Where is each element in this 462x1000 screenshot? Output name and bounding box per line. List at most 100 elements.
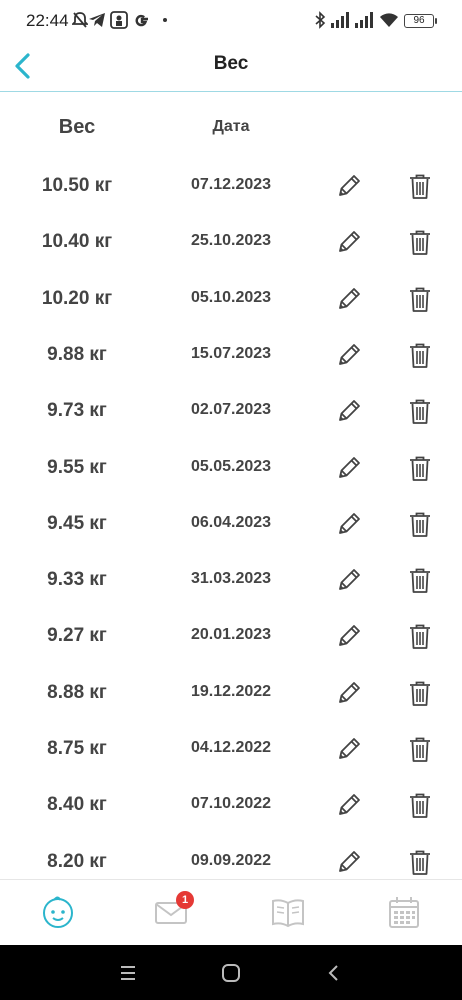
trash-icon — [410, 850, 430, 875]
pencil-icon — [339, 569, 360, 590]
weight-value: 8.88 кг — [47, 681, 107, 703]
tab-baby[interactable] — [40, 894, 76, 930]
delete-button[interactable] — [405, 396, 435, 426]
weight-row: 8.40 кг 07.10.2022 — [0, 777, 462, 833]
edit-button[interactable] — [334, 678, 364, 708]
edit-button[interactable] — [334, 790, 364, 820]
back-nav-button[interactable] — [322, 961, 346, 985]
status-bar: 22:44 96 — [0, 0, 462, 40]
tab-library[interactable] — [270, 894, 306, 930]
delete-button[interactable] — [405, 453, 435, 483]
delete-button[interactable] — [405, 227, 435, 257]
weight-value: 8.40 кг — [47, 794, 107, 816]
app-header: Вес — [0, 40, 462, 92]
trash-icon — [410, 456, 430, 481]
trash-icon — [410, 624, 430, 650]
delete-button[interactable] — [405, 171, 435, 201]
home-button[interactable] — [219, 961, 243, 985]
date-value: 02.07.2023 — [190, 401, 272, 419]
edit-button[interactable] — [334, 847, 364, 877]
page-title: Вес — [213, 53, 249, 74]
pencil-icon — [339, 343, 360, 365]
pencil-icon — [339, 512, 360, 534]
book-icon — [272, 899, 304, 928]
delete-button[interactable] — [405, 509, 435, 539]
delete-button[interactable] — [405, 678, 435, 708]
trash-icon — [410, 568, 430, 593]
edit-button[interactable] — [334, 340, 364, 370]
pencil-icon — [339, 456, 360, 478]
edit-button[interactable] — [334, 171, 364, 201]
weight-row: 9.55 кг 05.05.2023 — [0, 440, 462, 496]
weight-row: 9.27 кг 20.01.2023 — [0, 608, 462, 664]
edit-button[interactable] — [334, 284, 364, 314]
weight-value: 9.73 кг — [47, 400, 107, 422]
battery-icon: 96 — [404, 14, 437, 28]
menu-icon — [121, 966, 135, 980]
system-nav-bar — [0, 945, 462, 1000]
trash-icon — [410, 737, 430, 762]
delete-button[interactable] — [405, 565, 435, 595]
weight-row: 10.20 кг 05.10.2023 — [0, 271, 462, 327]
weight-row: 10.40 кг 25.10.2023 — [0, 214, 462, 270]
weight-value: 9.55 кг — [47, 456, 107, 478]
weight-value: 10.40 кг — [41, 231, 113, 253]
edit-button[interactable] — [334, 509, 364, 539]
delete-button[interactable] — [405, 734, 435, 764]
delete-button[interactable] — [405, 847, 435, 877]
date-value: 07.10.2022 — [190, 795, 272, 813]
pencil-icon — [339, 400, 360, 422]
weight-list: 10.50 кг 07.12.2023 10.40 кг 25.10.2023 10.2… — [0, 158, 462, 878]
trash-icon — [410, 174, 430, 199]
bottom-tab-bar: 1 — [0, 879, 462, 945]
column-header-date: Дата — [212, 118, 250, 135]
signal-icon — [331, 12, 349, 28]
trash-icon — [410, 399, 430, 425]
pencil-icon — [339, 625, 360, 647]
delete-button[interactable] — [405, 790, 435, 820]
weight-row: 10.50 кг 07.12.2023 — [0, 158, 462, 214]
calendar-icon — [389, 897, 419, 928]
weight-row: 9.73 кг 02.07.2023 — [0, 383, 462, 439]
date-value: 15.07.2023 — [190, 344, 272, 362]
weight-row: 9.88 кг 15.07.2023 — [0, 327, 462, 383]
date-value: 25.10.2023 — [190, 232, 272, 250]
status-time: 22:44 — [26, 11, 69, 30]
wifi-icon — [380, 13, 398, 27]
dot-icon — [163, 18, 167, 22]
weight-row: 9.45 кг 06.04.2023 — [0, 496, 462, 552]
date-value: 20.01.2023 — [190, 626, 272, 644]
edit-button[interactable] — [334, 621, 364, 651]
edit-button[interactable] — [334, 396, 364, 426]
column-header-weight: Вес — [58, 116, 96, 138]
edit-button[interactable] — [334, 565, 364, 595]
app-icon — [110, 11, 128, 29]
trash-icon — [410, 343, 430, 368]
tab-calendar[interactable] — [386, 894, 422, 930]
pencil-icon — [339, 681, 360, 703]
delete-button[interactable] — [405, 284, 435, 314]
mute-icon — [72, 12, 88, 28]
trash-icon — [410, 287, 430, 312]
home-icon — [222, 964, 240, 982]
trash-icon — [410, 793, 430, 819]
weight-value: 10.20 кг — [41, 287, 113, 309]
date-value: 06.04.2023 — [190, 513, 272, 531]
pencil-icon — [339, 850, 360, 872]
signal-icon-2 — [355, 12, 373, 28]
telegram-icon — [89, 13, 105, 27]
delete-button[interactable] — [405, 621, 435, 651]
weight-row: 8.20 кг 09.09.2022 — [0, 834, 462, 878]
delete-button[interactable] — [405, 340, 435, 370]
edit-button[interactable] — [334, 734, 364, 764]
edit-button[interactable] — [334, 227, 364, 257]
google-icon — [135, 14, 148, 27]
edit-button[interactable] — [334, 453, 364, 483]
recent-apps-button[interactable] — [116, 961, 140, 985]
weight-row: 9.33 кг 31.03.2023 — [0, 552, 462, 608]
weight-value: 10.50 кг — [41, 175, 113, 196]
weight-value: 9.45 кг — [47, 512, 107, 534]
date-value: 05.05.2023 — [190, 457, 272, 475]
weight-value: 9.88 кг — [47, 343, 107, 365]
weight-row: 8.88 кг 19.12.2022 — [0, 665, 462, 721]
